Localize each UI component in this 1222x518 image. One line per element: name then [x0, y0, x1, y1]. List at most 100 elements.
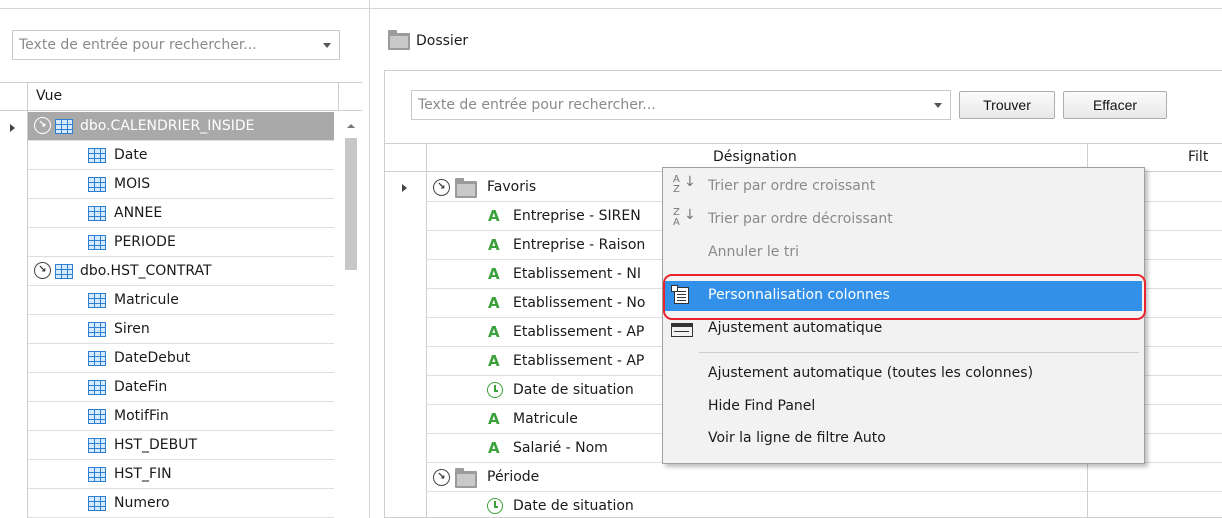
menu-item-label: Trier par ordre croissant: [708, 178, 876, 194]
menu-separator: [699, 352, 1139, 353]
tree-row[interactable]: ANNEE: [28, 199, 334, 228]
text-field-icon: A: [488, 352, 500, 370]
link-icon: ↘: [433, 179, 450, 196]
current-row-arrow-icon: [10, 124, 15, 132]
table-icon: [88, 496, 106, 511]
menu-item-best-fit-all[interactable]: Ajustement automatique (toutes les colon…: [665, 359, 1142, 389]
tree-row[interactable]: Numero: [28, 489, 334, 518]
right-search-placeholder: Texte de entrée pour rechercher...: [418, 97, 656, 113]
table-icon: [55, 119, 73, 134]
table-icon: [88, 409, 106, 424]
column-header-filter[interactable]: Filt: [1188, 149, 1208, 165]
tree-row-periode[interactable]: ↘ Période: [427, 463, 1087, 492]
menu-item-show-auto-filter-row[interactable]: Voir la ligne de filtre Auto: [665, 424, 1142, 454]
tree-row-label: DateFin: [114, 379, 168, 395]
right-search-combo[interactable]: Texte de entrée pour rechercher...: [411, 90, 951, 120]
tree-row-calendrier[interactable]: ↘ dbo.CALENDRIER_INSIDE: [28, 112, 334, 141]
best-fit-icon: [671, 323, 693, 337]
table-icon: [88, 235, 106, 250]
sort-descending-icon: Z A ↓: [673, 207, 696, 228]
tree-row-label: Matricule: [513, 411, 578, 427]
tree-row-label: ANNEE: [114, 205, 163, 221]
clock-icon: [487, 498, 503, 514]
tree-row-label: Entreprise - SIREN: [513, 208, 641, 224]
tree-row-label: Etablissement - No: [513, 295, 646, 311]
scroll-up-arrow-icon[interactable]: [347, 124, 355, 128]
chevron-down-icon[interactable]: [934, 103, 942, 108]
text-field-icon: A: [488, 207, 500, 225]
tree-row[interactable]: Date: [28, 141, 334, 170]
tree-row-label: DateDebut: [114, 350, 191, 366]
panel-title: Dossier: [416, 33, 469, 49]
left-vertical-scrollbar[interactable]: [342, 120, 360, 518]
sort-ascending-icon: A Z ↓: [673, 174, 696, 195]
menu-item-label: Ajustement automatique: [708, 320, 883, 336]
menu-item-label: Voir la ligne de filtre Auto: [708, 430, 886, 446]
tree-row-label: Date de situation: [513, 382, 634, 398]
column-header-designation[interactable]: Désignation: [713, 149, 797, 165]
tree-row-label: HST_FIN: [114, 466, 172, 482]
tree-row-label: dbo.HST_CONTRAT: [80, 263, 212, 279]
menu-item-sort-ascending[interactable]: A Z ↓ Trier par ordre croissant: [665, 172, 1142, 202]
menu-item-label: Ajustement automatique (toutes les colon…: [708, 365, 1034, 381]
tree-row[interactable]: DateFin: [28, 373, 334, 402]
chevron-down-icon[interactable]: [323, 43, 331, 48]
tree-row-label: Numero: [114, 495, 170, 511]
menu-item-clear-sort[interactable]: Annuler le tri: [665, 238, 1142, 268]
tree-row[interactable]: Date de situation: [427, 492, 1087, 518]
left-panel: Texte de entrée pour rechercher... Vue ↘…: [0, 0, 370, 518]
tree-row-label: dbo.CALENDRIER_INSIDE: [80, 118, 255, 134]
scrollbar-thumb[interactable]: [345, 138, 357, 270]
link-icon: ↘: [34, 117, 51, 134]
highlight-callout: [663, 274, 1146, 320]
tree-row-label: Entreprise - Raison: [513, 237, 646, 253]
tree-row-label: Période: [487, 469, 540, 485]
column-header-vue[interactable]: Vue: [36, 88, 62, 104]
tree-row-label: MOIS: [114, 176, 151, 192]
left-search-combo[interactable]: Texte de entrée pour rechercher...: [12, 30, 340, 60]
table-icon: [88, 322, 106, 337]
tree-row[interactable]: MotifFin: [28, 402, 334, 431]
table-icon: [88, 467, 106, 482]
tree-row[interactable]: PERIODE: [28, 228, 334, 257]
left-search-placeholder: Texte de entrée pour rechercher...: [19, 37, 257, 53]
tree-row-label: Date: [114, 147, 148, 163]
menu-item-sort-descending[interactable]: Z A ↓ Trier par ordre décroissant: [665, 205, 1142, 235]
left-grid-header: Vue: [0, 83, 362, 518]
text-field-icon: A: [488, 236, 500, 254]
table-icon: [88, 177, 106, 192]
tree-row[interactable]: MOIS: [28, 170, 334, 199]
tree-row[interactable]: HST_DEBUT: [28, 431, 334, 460]
text-field-icon: A: [488, 410, 500, 428]
folder-icon: [455, 178, 477, 198]
menu-item-hide-find-panel[interactable]: Hide Find Panel: [665, 392, 1142, 422]
clear-button[interactable]: Effacer: [1063, 91, 1167, 119]
row-indicator-column: [0, 83, 28, 518]
tree-row-hst-contrat[interactable]: ↘ dbo.HST_CONTRAT: [28, 257, 334, 286]
menu-item-label: Trier par ordre décroissant: [708, 211, 893, 227]
table-icon: [88, 206, 106, 221]
divider: [370, 8, 1222, 9]
table-icon: [88, 380, 106, 395]
tree-row-label: Siren: [114, 321, 150, 337]
tree-row-label: Etablissement - AP: [513, 353, 645, 369]
text-field-icon: A: [488, 294, 500, 312]
table-icon: [88, 148, 106, 163]
row-indicator-column: [385, 144, 427, 518]
tree-row-label: Salarié - Nom: [513, 440, 608, 456]
divider: [338, 83, 339, 111]
menu-item-label: Annuler le tri: [708, 244, 799, 260]
tree-row[interactable]: DateDebut: [28, 344, 334, 373]
tree-row-label: Etablissement - NI: [513, 266, 641, 282]
folder-icon: [388, 30, 410, 50]
tree-row[interactable]: Matricule: [28, 286, 334, 315]
link-icon: ↘: [433, 469, 450, 486]
divider: [1088, 491, 1222, 492]
find-button[interactable]: Trouver: [959, 91, 1055, 119]
tree-row-label: Favoris: [487, 179, 537, 195]
tree-row[interactable]: Siren: [28, 315, 334, 344]
text-field-icon: A: [488, 265, 500, 283]
table-icon: [88, 438, 106, 453]
menu-item-label: Hide Find Panel: [708, 398, 816, 414]
tree-row[interactable]: HST_FIN: [28, 460, 334, 489]
